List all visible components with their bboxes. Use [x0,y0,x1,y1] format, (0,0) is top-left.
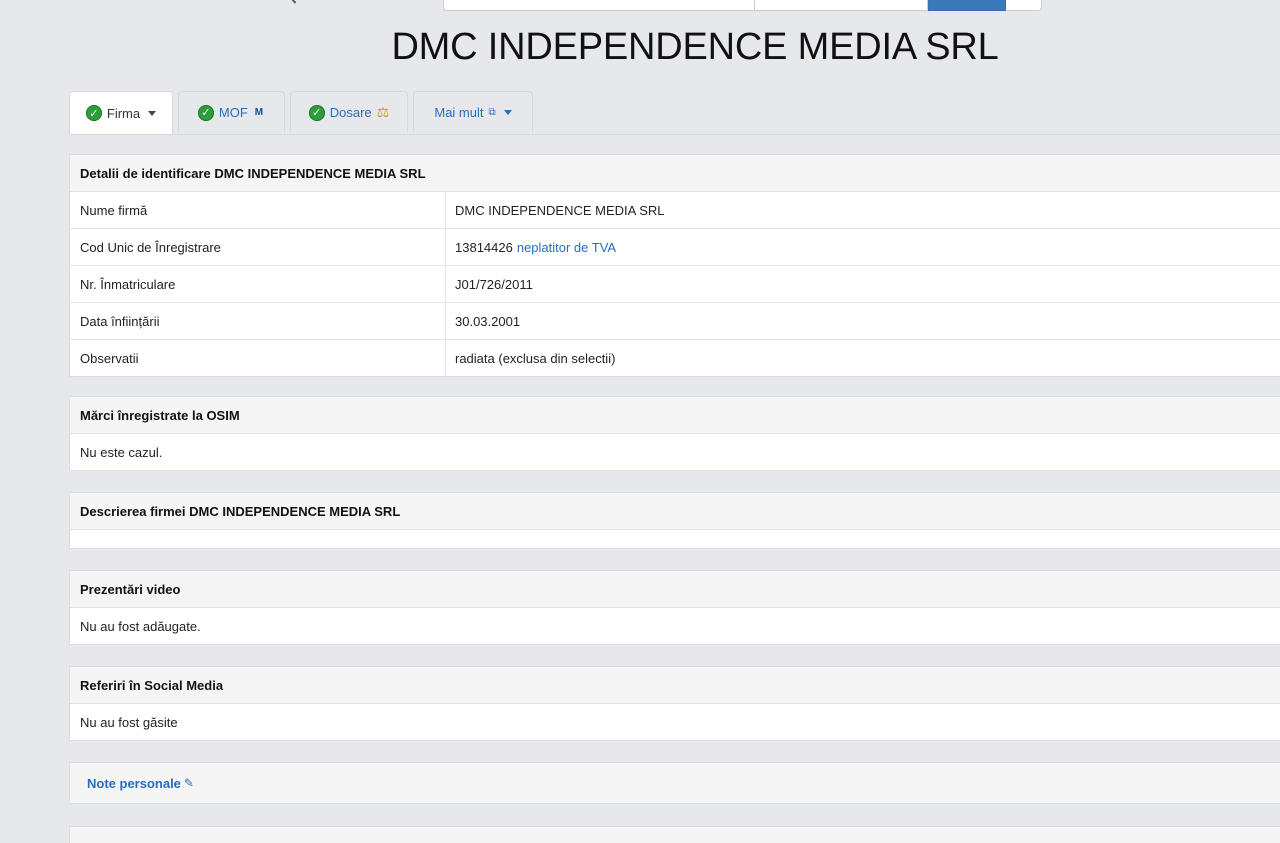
personal-notes-link[interactable]: Note personale [87,776,181,791]
row-value: 13814426 neplatitor de TVA [446,229,1280,265]
search-filter-select[interactable] [755,0,928,11]
video-panel: Prezentări video Nu au fost adăugate. [69,570,1280,645]
panel-heading: Referiri în Social Media [70,667,1280,704]
next-panel-partial [69,826,1280,843]
search-options-button[interactable] [1006,0,1042,11]
social-media-panel: Referiri în Social Media Nu au fost găsi… [69,666,1280,741]
tab-label: Firma [106,105,141,121]
tab-firma[interactable]: ✓ Firma [69,91,173,134]
edit-icon[interactable]: ✎ [184,776,194,790]
table-row: Nr. Înmatriculare J01/726/2011 [70,266,1280,303]
external-link-icon: ⧉ [488,107,496,118]
page-title: DMC INDEPENDENCE MEDIA SRL [391,26,999,68]
identification-panel: Detalii de identificare DMC INDEPENDENCE… [69,154,1280,377]
panel-body: Nu este cazul. [80,444,163,460]
check-icon: ✓ [197,104,214,121]
tab-label: Mai mult [434,105,484,120]
panel-body: Nu au fost găsite [80,714,178,730]
panel-heading: Mărci înregistrate la OSIM [70,397,1280,434]
tab-mai-mult[interactable]: Mai mult ⧉ [413,91,533,133]
search-button[interactable] [928,0,1006,11]
notes-panel: Note personale ✎ [69,762,1280,804]
mof-logo-icon: M [252,107,266,118]
row-label: Data înființării [70,303,446,339]
scales-icon: ⚖ [376,104,390,120]
panel-body [70,530,1280,548]
row-label: Observatii [70,340,446,376]
panel-heading: Detalii de identificare DMC INDEPENDENCE… [70,155,1280,192]
company-tabs: ✓ Firma ✓ MOF M ✓ Dosare ⚖ Mai mult ⧉ [69,91,1280,135]
table-row: Observatii radiata (exclusa din selectii… [70,340,1280,376]
osim-panel: Mărci înregistrate la OSIM Nu este cazul… [69,396,1280,471]
tab-label: Dosare [329,105,372,120]
row-label: Cod Unic de Înregistrare [70,229,446,265]
notes-row: Note personale ✎ [70,763,1280,803]
row-value: 30.03.2001 [455,313,521,329]
tab-label: MOF [218,105,248,120]
panel-heading [70,827,1280,843]
row-value: J01/726/2011 [455,276,533,292]
row-label: Nr. Înmatriculare [70,266,446,302]
cui-value: 13814426 [455,239,513,255]
chevron-down-icon [503,110,512,115]
check-icon: ✓ [308,104,325,121]
table-row: Nume firmă DMC INDEPENDENCE MEDIA SRL [70,192,1280,229]
panel-heading: Descrierea firmei DMC INDEPENDENCE MEDIA… [70,493,1280,530]
row-value: radiata (exclusa din selectii) [455,350,616,366]
tab-mof[interactable]: ✓ MOF M [178,91,285,133]
row-label: Nume firmă [70,192,446,228]
table-row: Cod Unic de Înregistrare 13814426 neplat… [70,229,1280,266]
table-row: Data înființării 30.03.2001 [70,303,1280,340]
search-bar [443,0,1042,11]
panel-body: Nu au fost adăugate. [80,618,201,634]
row-value: DMC INDEPENDENCE MEDIA SRL [455,202,665,218]
panel-heading: Prezentări video [70,571,1280,608]
search-icon: 🔍 [282,0,297,4]
description-panel: Descrierea firmei DMC INDEPENDENCE MEDIA… [69,492,1280,549]
vat-status-link[interactable]: neplatitor de TVA [517,240,616,255]
tab-dosare[interactable]: ✓ Dosare ⚖ [290,91,408,133]
search-input[interactable] [443,0,755,11]
chevron-down-icon [148,110,157,116]
check-icon: ✓ [85,105,102,121]
